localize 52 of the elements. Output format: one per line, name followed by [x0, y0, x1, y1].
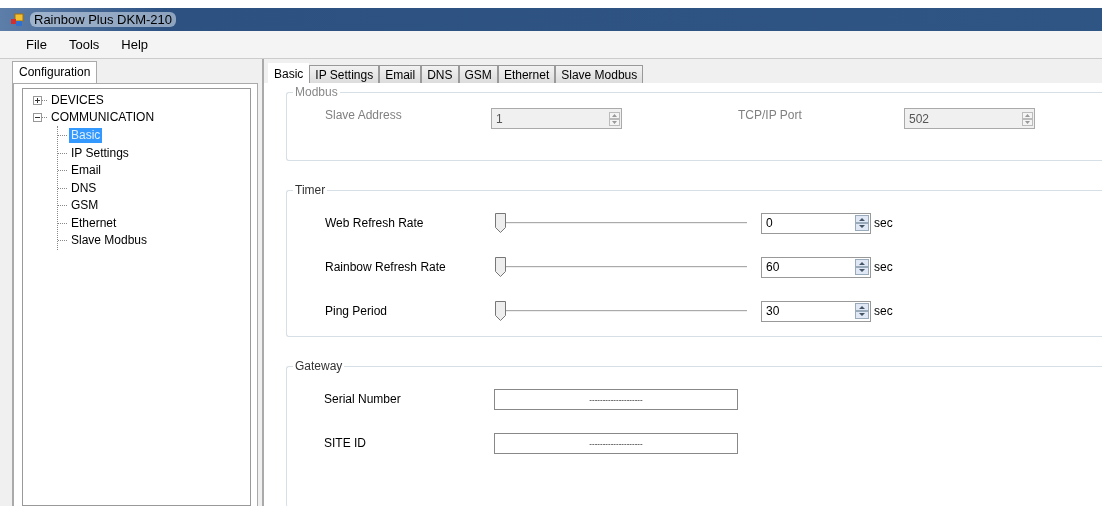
slider[interactable]	[495, 301, 747, 321]
tab[interactable]: Email	[379, 65, 422, 83]
tree-item[interactable]: DEVICES	[49, 93, 106, 108]
panel-tab[interactable]: Configuration	[12, 61, 98, 83]
window-title: Rainbow Plus DKM-210	[30, 12, 176, 27]
group-title: Gateway	[294, 359, 344, 373]
spinner-icon[interactable]	[609, 111, 620, 126]
tab[interactable]: Ethernet	[497, 65, 556, 83]
slider[interactable]	[495, 257, 747, 277]
expander-icon[interactable]	[33, 96, 42, 105]
tab[interactable]: Slave Modbus	[555, 65, 644, 83]
tree-item[interactable]: GSM	[69, 198, 101, 214]
field-label: Serial Number	[324, 392, 402, 406]
menu-item[interactable]: File	[14, 37, 57, 52]
group-title: Timer	[294, 183, 327, 197]
field-label: TCP/IP Port	[738, 108, 803, 122]
expander-icon[interactable]	[33, 113, 42, 122]
tree-item[interactable]: COMMUNICATION	[49, 110, 157, 125]
spinner-icon[interactable]	[855, 215, 869, 231]
tree-item[interactable]: DNS	[69, 180, 99, 196]
menu-item[interactable]: Tools	[56, 37, 110, 52]
number-field[interactable]: 0	[761, 212, 871, 234]
tab[interactable]: Basic	[268, 63, 310, 83]
app-icon	[10, 12, 24, 27]
group-title: Modbus	[294, 85, 339, 99]
slider-thumb[interactable]	[495, 301, 506, 321]
field-label: Web Refresh Rate	[325, 216, 425, 230]
unit-label: sec	[874, 216, 893, 230]
slider[interactable]	[495, 213, 747, 233]
spinner-icon[interactable]	[855, 259, 869, 275]
tab[interactable]: DNS	[421, 65, 459, 83]
spinner-icon[interactable]	[855, 303, 869, 319]
spinner-icon[interactable]	[1022, 111, 1033, 126]
field-label: Slave Address	[325, 108, 403, 122]
tree-item[interactable]: Email	[69, 163, 103, 179]
field-label: Ping Period	[325, 304, 389, 318]
text-field[interactable]: --------------------	[494, 388, 738, 410]
slider-thumb[interactable]	[495, 213, 506, 233]
unit-label: sec	[874, 304, 893, 318]
tab[interactable]: IP Settings	[309, 65, 380, 83]
text-field[interactable]: --------------------	[494, 432, 738, 454]
tab[interactable]: GSM	[458, 65, 498, 83]
field-label: SITE ID	[324, 436, 367, 450]
unit-label: sec	[874, 260, 893, 274]
slider-thumb[interactable]	[495, 257, 506, 277]
tree-item[interactable]: Slave Modbus	[69, 233, 150, 249]
tree-item[interactable]: IP Settings	[69, 145, 131, 161]
number-field[interactable]: 30	[761, 300, 871, 322]
field-label: Rainbow Refresh Rate	[325, 260, 447, 274]
number-field[interactable]: 60	[761, 256, 871, 278]
menu-item[interactable]: Help	[109, 37, 159, 52]
tree-item[interactable]: Ethernet	[69, 215, 119, 231]
